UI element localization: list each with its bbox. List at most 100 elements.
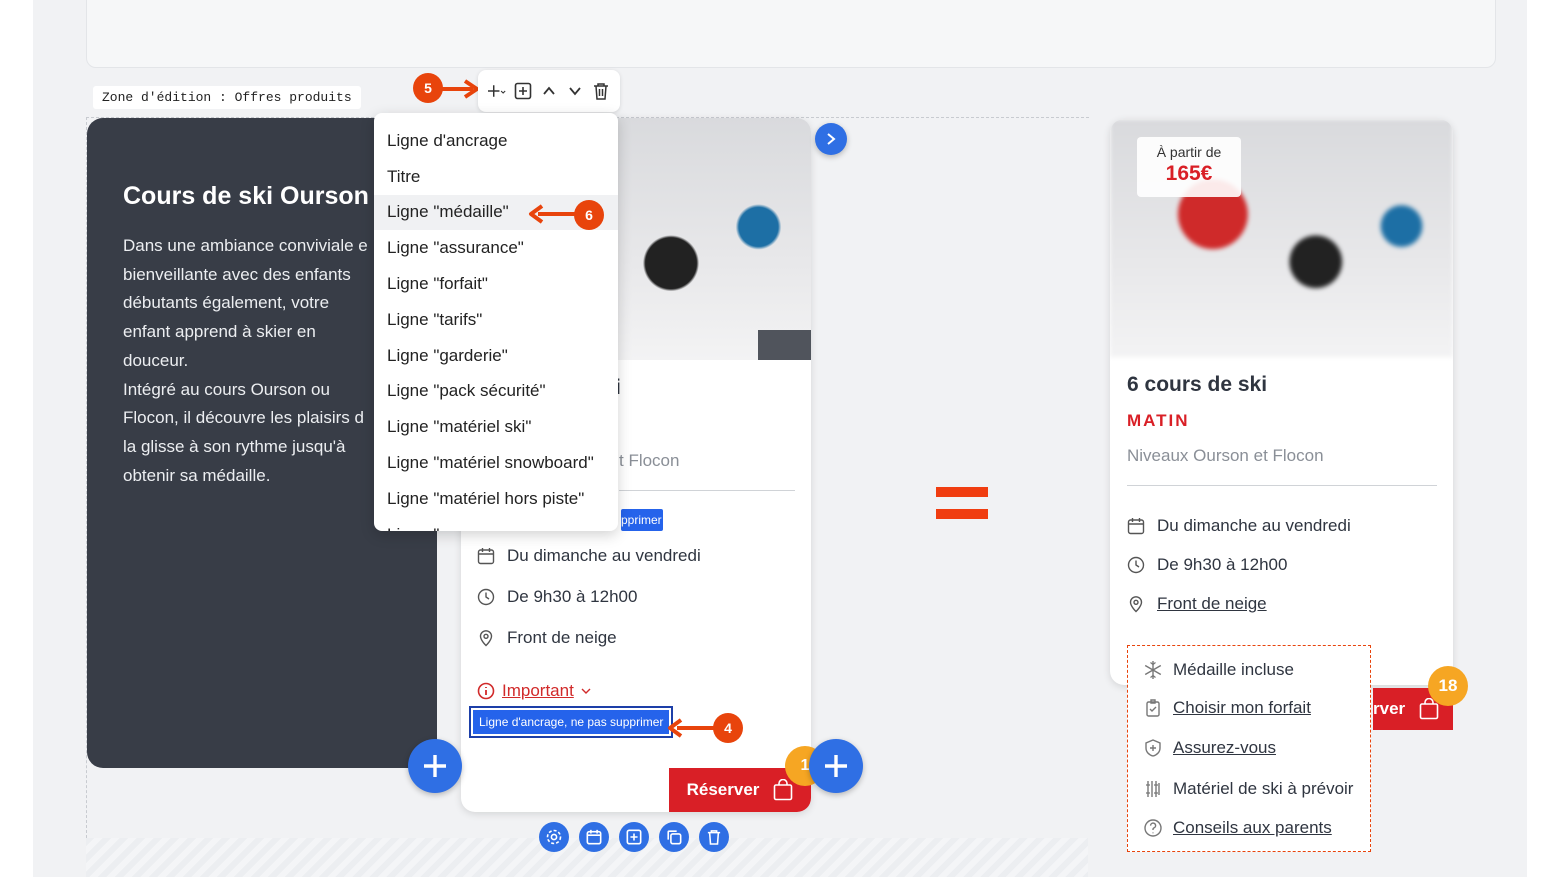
- calendar-icon: [477, 548, 495, 565]
- added-lines-highlight: Médaille incluse Choisir mon forfait Ass…: [1127, 645, 1371, 852]
- info-row-location: Front de neige: [477, 628, 617, 648]
- info-text: Front de neige: [507, 628, 617, 647]
- anchor-tag-text: pprimer: [621, 513, 662, 527]
- menu-item-pass-line[interactable]: Ligne "forfait": [374, 266, 618, 302]
- block-toolbar: [478, 70, 620, 112]
- extra-row-advice[interactable]: Conseils aux parents: [1143, 818, 1332, 838]
- duplicate-button[interactable]: [659, 822, 689, 852]
- extra-link[interactable]: Conseils aux parents: [1173, 818, 1332, 838]
- divider: [1127, 485, 1437, 486]
- price-prefix: À partir de: [1156, 144, 1222, 160]
- chevron-right-icon: [827, 133, 836, 145]
- anchor-tag-fragment[interactable]: pprimer: [621, 509, 663, 531]
- schedule-button[interactable]: [579, 822, 609, 852]
- extra-link[interactable]: Assurez-vous: [1173, 738, 1276, 758]
- menu-item-more[interactable]: Ligne "...: [374, 517, 618, 531]
- add-block-icon[interactable]: [514, 82, 532, 100]
- add-box-icon: [626, 829, 642, 845]
- reserve-label-fragment: rver: [1373, 699, 1406, 718]
- equals-sign: [936, 487, 988, 531]
- clock-icon: [1127, 556, 1145, 574]
- annotation-arrow-right: [441, 79, 479, 99]
- info-row-hours: De 9h30 à 12h00: [477, 587, 637, 607]
- info-text: De 9h30 à 12h00: [507, 587, 638, 606]
- photo-overlay-block: [758, 330, 811, 360]
- move-up-icon[interactable]: [540, 82, 558, 100]
- menu-item-safety-pack-line[interactable]: Ligne "pack sécurité": [374, 374, 618, 410]
- offer-levels: Niveaux Ourson et Flocon: [1127, 446, 1324, 465]
- menu-item-offpiste-gear-line[interactable]: Ligne "matériel hors piste": [374, 481, 618, 517]
- extra-link[interactable]: Choisir mon forfait: [1173, 698, 1311, 718]
- plus-icon: [825, 755, 847, 777]
- info-circle-icon: [477, 682, 495, 700]
- price-tag: À partir de 165€: [1137, 137, 1241, 197]
- menu-item-daycare-line[interactable]: Ligne "garderie": [374, 338, 618, 374]
- clock-icon: [477, 588, 495, 606]
- move-down-icon[interactable]: [566, 82, 584, 100]
- ski-pass-icon: [1146, 699, 1160, 717]
- location-pin-icon: [1129, 596, 1143, 613]
- info-row-days: Du dimanche au vendredi: [477, 546, 701, 566]
- previous-block: [86, 0, 1496, 68]
- menu-item-insurance-line[interactable]: Ligne "assurance": [374, 230, 618, 266]
- info-text: De 9h30 à 12h00: [1157, 555, 1288, 574]
- extra-row-insurance[interactable]: Assurez-vous: [1143, 738, 1276, 758]
- extra-text: Matériel de ski à prévoir: [1173, 779, 1354, 798]
- important-label: Important: [502, 681, 574, 700]
- info-text: Du dimanche au vendredi: [1157, 516, 1351, 535]
- notification-badge: 18: [1428, 666, 1468, 706]
- edit-zone-label: Zone d'édition : Offres produits: [93, 86, 361, 109]
- course-title: Cours de ski Ourson: [123, 182, 369, 210]
- step-marker-5: 5: [413, 73, 443, 103]
- location-link[interactable]: Front de neige: [1157, 594, 1267, 614]
- trash-icon: [707, 830, 721, 845]
- divider: [619, 490, 795, 491]
- info-row-location[interactable]: Front de neige: [1127, 594, 1267, 614]
- menu-item-snowboard-gear-line[interactable]: Ligne "matériel snowboard": [374, 445, 618, 481]
- snowflake-icon: [1144, 661, 1162, 679]
- annotation-arrow-left: [668, 718, 715, 738]
- step-marker-4: 4: [713, 713, 743, 743]
- ski-gear-icon: [1146, 781, 1160, 797]
- add-line-menu: Ligne d'ancrage Titre Ligne "médaille" L…: [374, 113, 618, 531]
- info-row-hours: De 9h30 à 12h00: [1127, 555, 1287, 575]
- anchor-line-tag[interactable]: Ligne d'ancrage, ne pas supprimer: [468, 706, 674, 738]
- add-dropdown-icon[interactable]: [488, 82, 506, 100]
- annotation-arrow-left: [529, 204, 576, 224]
- info-row-days: Du dimanche au vendredi: [1127, 516, 1351, 536]
- offer-card-preview: À partir de 165€ 6 cours de ski MATIN Ni…: [1110, 119, 1453, 685]
- menu-item-prices-line[interactable]: Ligne "tarifs": [374, 302, 618, 338]
- menu-item-anchor-line[interactable]: Ligne d'ancrage: [374, 123, 618, 159]
- offer-subtitle-fragment: t Flocon: [619, 451, 680, 470]
- add-card-right-button[interactable]: [809, 739, 863, 793]
- extra-row-pass[interactable]: Choisir mon forfait: [1143, 698, 1311, 718]
- calendar-icon: [1127, 518, 1145, 535]
- menu-item-title[interactable]: Titre: [374, 159, 618, 195]
- add-card-left-button[interactable]: [408, 739, 462, 793]
- location-pin-icon: [479, 630, 493, 647]
- chevron-down-icon: [581, 688, 591, 694]
- extra-text: Médaille incluse: [1173, 660, 1294, 679]
- menu-item-ski-gear-line[interactable]: Ligne "matériel ski": [374, 409, 618, 445]
- info-text: Du dimanche au vendredi: [507, 546, 701, 565]
- card-toolbar: [539, 822, 729, 852]
- offer-title: 6 cours de ski: [1127, 373, 1268, 396]
- help-circle-icon: [1144, 819, 1162, 837]
- shield-icon: [1145, 739, 1161, 757]
- carousel-next-button[interactable]: [815, 123, 847, 155]
- extra-row-gear: Matériel de ski à prévoir: [1143, 779, 1353, 799]
- plus-icon: [424, 755, 446, 777]
- add-element-button[interactable]: [619, 822, 649, 852]
- trash-icon[interactable]: [592, 82, 610, 100]
- copy-icon: [667, 830, 682, 845]
- settings-button[interactable]: [539, 822, 569, 852]
- important-toggle[interactable]: Important: [477, 681, 591, 701]
- price-value: 165€: [1165, 162, 1213, 185]
- shopping-bag-icon: [774, 779, 793, 801]
- extra-row-medal: Médaille incluse: [1143, 660, 1294, 680]
- reserve-label: Réserver: [686, 780, 760, 799]
- calendar-icon: [586, 829, 602, 845]
- delete-button[interactable]: [699, 822, 729, 852]
- offer-period: MATIN: [1127, 411, 1190, 430]
- gear-icon: [546, 829, 562, 845]
